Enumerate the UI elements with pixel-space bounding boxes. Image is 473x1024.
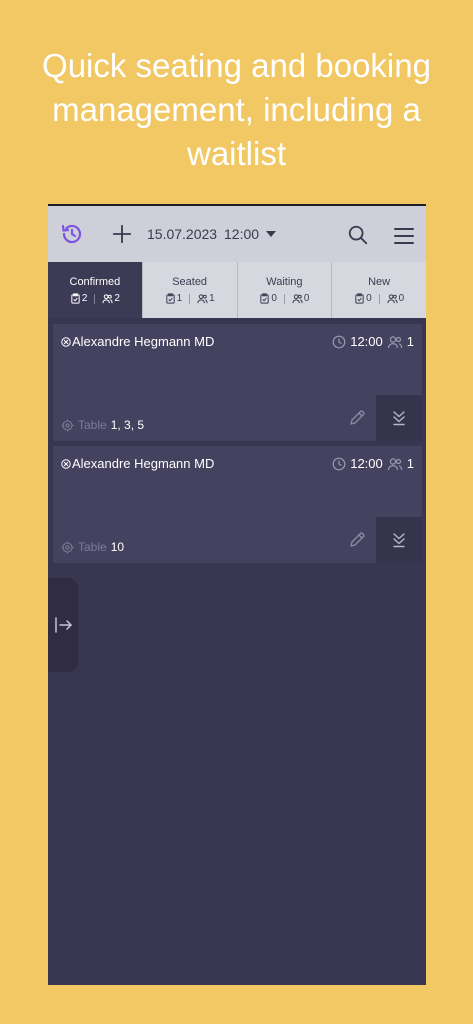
people-icon [292,294,303,304]
guest-count: 0 [303,293,310,304]
pencil-icon [350,532,365,547]
guest-name: Alexandre Hegmann MD [72,456,215,471]
reservation-card[interactable]: Alexandre Hegmann MD 12:00 1 Table 1, 3,… [53,324,422,441]
booking-time: 12:00 [350,334,383,349]
booking-count: 0 [366,293,372,304]
guest-row: Alexandre Hegmann MD [61,456,214,471]
guest-row: Alexandre Hegmann MD [61,334,214,349]
history-button[interactable] [60,222,84,246]
edit-button[interactable] [348,531,366,549]
tab-confirmed[interactable]: Confirmed 2 2 [48,262,142,318]
table-label: Table [78,418,107,432]
promo-headline: Quick seating and booking management, in… [42,47,431,172]
tab-counts: 2 2 [70,293,120,304]
booking-meta: 12:00 1 [332,334,414,349]
arrow-right-to-bar-icon [55,617,72,633]
table-location-icon [61,419,74,431]
double-chevron-down-icon [393,411,405,426]
date-selector[interactable]: 15.07.2023 [147,226,217,242]
app-screen: 15.07.2023 12:00 Confirmed 2 2 Seated 1 … [48,204,426,985]
table-numbers: 1, 3, 5 [110,418,145,432]
booking-count: 0 [271,293,277,304]
people-icon [387,335,402,348]
clock-icon [332,457,346,470]
status-tabs: Confirmed 2 2 Seated 1 1 Waiting 0 0 New… [48,262,426,318]
edit-button[interactable] [348,409,366,427]
tab-counts: 1 1 [165,293,215,304]
menu-button[interactable] [392,224,416,248]
table-numbers: 10 [110,540,125,554]
history-icon [61,224,82,244]
clipboard-check-icon [165,293,175,304]
tab-counts: 0 0 [259,293,309,304]
tab-label: Seated [172,276,208,288]
guest-count: 2 [114,293,120,304]
open-panel-handle[interactable] [48,578,78,672]
cancel-circle-icon [61,458,71,469]
pencil-icon [350,410,365,425]
seat-guest-button[interactable] [376,517,422,563]
table-info: Table 10 [61,540,124,554]
reservation-card[interactable]: Alexandre Hegmann MD 12:00 1 Table 10 [53,446,422,563]
table-location-icon [61,541,74,553]
double-chevron-down-icon [393,533,405,548]
tab-label: Waiting [266,276,303,288]
party-size: 1 [406,456,414,471]
clipboard-check-icon [71,293,80,304]
table-info: Table 1, 3, 5 [61,418,144,432]
table-label: Table [78,540,107,554]
clipboard-check-icon [355,293,364,304]
tab-label: Confirmed [69,276,121,288]
people-icon [387,457,402,470]
people-icon [197,294,208,304]
cancel-circle-icon [61,336,71,347]
booking-time: 12:00 [350,456,383,471]
booking-count: 2 [81,293,88,304]
time-selector[interactable]: 12:00 [224,226,259,242]
people-icon [387,294,398,304]
search-button[interactable] [346,223,370,247]
plus-icon [112,224,132,244]
tab-waiting[interactable]: Waiting 0 0 [236,262,332,318]
search-icon [348,225,368,245]
caret-down-icon[interactable] [266,231,276,237]
tab-seated[interactable]: Seated 1 1 [141,262,237,318]
guest-name: Alexandre Hegmann MD [72,334,215,349]
top-toolbar: 15.07.2023 12:00 [48,206,426,262]
tab-counts: 0 0 [354,293,404,304]
party-size: 1 [406,334,414,349]
hamburger-menu-icon [394,228,414,244]
guest-count: 1 [209,293,215,304]
booking-count: 1 [176,293,183,304]
guest-count: 0 [398,293,405,304]
add-booking-button[interactable] [110,222,134,246]
tab-label: New [368,276,391,288]
clipboard-check-icon [260,293,269,304]
seat-guest-button[interactable] [376,395,422,441]
people-icon [102,294,113,304]
tab-new[interactable]: New 0 0 [331,262,426,318]
booking-meta: 12:00 1 [332,456,414,471]
clock-icon [332,335,346,348]
